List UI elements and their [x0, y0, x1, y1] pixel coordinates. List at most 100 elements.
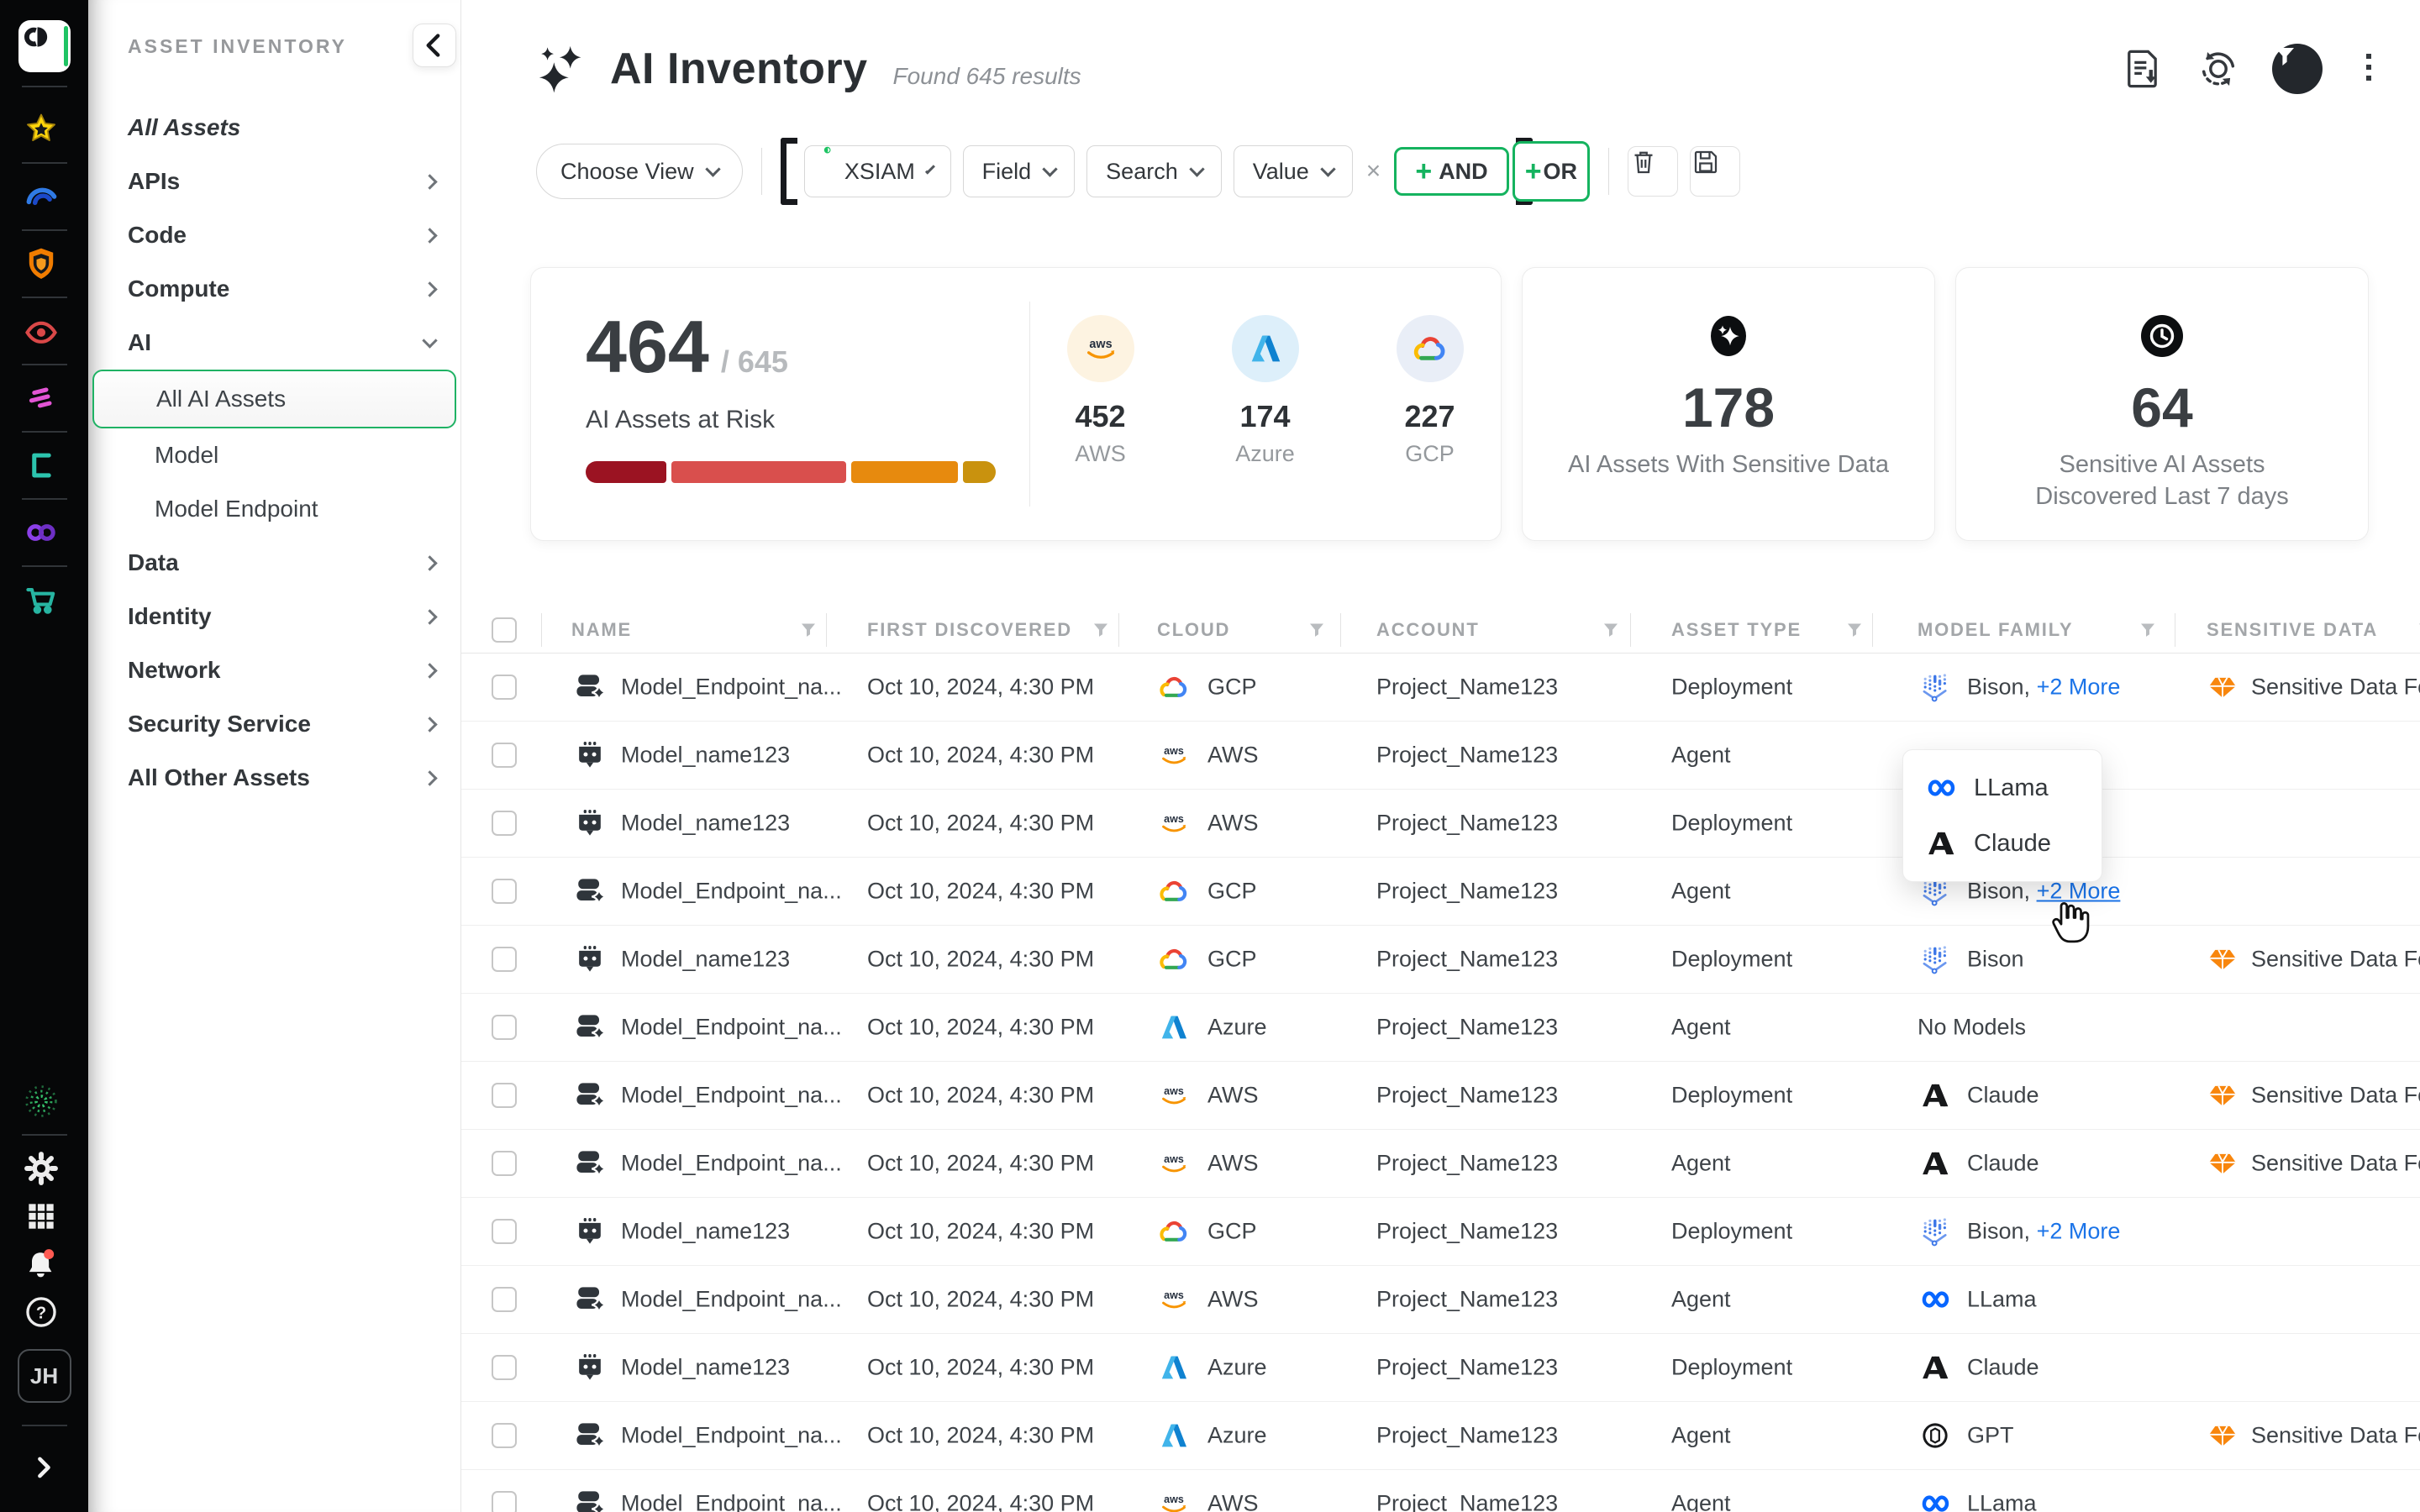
links-icon[interactable] — [22, 513, 60, 552]
star-icon[interactable] — [22, 110, 60, 149]
export-report-button[interactable] — [2121, 47, 2165, 91]
more-options-button[interactable] — [2354, 47, 2383, 91]
sidebar-item-data[interactable]: Data — [88, 536, 460, 590]
search-dropdown[interactable]: Search — [1086, 145, 1222, 197]
column-filter-icon[interactable] — [1845, 621, 1864, 639]
add-and-button[interactable]: +AND — [1394, 147, 1508, 196]
row-checkbox[interactable] — [492, 1491, 517, 1512]
value-dropdown[interactable]: Value — [1234, 145, 1353, 197]
field-dropdown[interactable]: Field — [963, 145, 1076, 197]
column-filter-icon[interactable] — [1092, 621, 1110, 639]
cart-icon[interactable] — [22, 580, 60, 619]
select-all-checkbox[interactable] — [492, 617, 517, 643]
sidebar-item-all-assets[interactable]: All Assets — [88, 101, 460, 155]
asset-name[interactable]: Model_name123 — [621, 947, 790, 973]
delete-query-button[interactable] — [1628, 146, 1678, 197]
asset-name[interactable]: Model_Endpoint_na... — [621, 1083, 842, 1109]
column-header[interactable]: FIRST DISCOVERED — [867, 619, 1072, 641]
bell-icon[interactable] — [22, 1245, 60, 1284]
table-row[interactable]: Model_Endpoint_na...Oct 10, 2024, 4:30 P… — [461, 1266, 2420, 1334]
sidebar-item-security-service[interactable]: Security Service — [88, 697, 460, 751]
row-checkbox[interactable] — [492, 811, 517, 836]
row-checkbox[interactable] — [492, 1423, 517, 1448]
sidebar-item-identity[interactable]: Identity — [88, 590, 460, 643]
column-header[interactable]: SENSITIVE DATA — [2207, 619, 2378, 641]
asset-name[interactable]: Model_name123 — [621, 811, 790, 837]
row-checkbox[interactable] — [492, 947, 517, 972]
table-row[interactable]: Model_name123Oct 10, 2024, 4:30 PMawsAWS… — [461, 722, 2420, 790]
table-row[interactable]: Model_Endpoint_na...Oct 10, 2024, 4:30 P… — [461, 1130, 2420, 1198]
column-filter-icon[interactable] — [1602, 621, 1620, 639]
eye-icon[interactable] — [22, 312, 60, 350]
choose-view-dropdown[interactable]: Choose View — [536, 144, 743, 199]
column-filter-icon[interactable] — [1307, 621, 1326, 639]
sidebar-item-compute[interactable]: Compute — [88, 262, 460, 316]
row-checkbox[interactable] — [492, 1287, 517, 1312]
asset-name[interactable]: Model_Endpoint_na... — [621, 1423, 842, 1449]
sidebar-item-code[interactable]: Code — [88, 208, 460, 262]
row-checkbox[interactable] — [492, 1219, 517, 1244]
filter-button[interactable] — [2272, 44, 2323, 94]
asset-name[interactable]: Model_Endpoint_na... — [621, 879, 842, 905]
shield-icon[interactable] — [22, 244, 60, 283]
table-row[interactable]: Model_name123Oct 10, 2024, 4:30 PMGCPPro… — [461, 926, 2420, 994]
popup-item-claude[interactable]: Claude — [1923, 826, 2102, 861]
layers-icon[interactable] — [22, 379, 60, 417]
code-bracket-icon[interactable] — [22, 446, 60, 485]
column-filter-icon[interactable] — [2139, 621, 2157, 639]
avatar[interactable]: JH — [18, 1349, 71, 1403]
table-row[interactable]: Model_Endpoint_na...Oct 10, 2024, 4:30 P… — [461, 1062, 2420, 1130]
row-checkbox[interactable] — [492, 879, 517, 904]
table-row[interactable]: Model_Endpoint_na...Oct 10, 2024, 4:30 P… — [461, 1470, 2420, 1512]
asset-name[interactable]: Model_Endpoint_na... — [621, 1287, 842, 1313]
table-row[interactable]: Model_name123Oct 10, 2024, 4:30 PMGCPPro… — [461, 1198, 2420, 1266]
asset-name[interactable]: Model_Endpoint_na... — [621, 1491, 842, 1512]
sidebar-item-all-ai-assets[interactable]: All AI Assets — [92, 370, 456, 428]
sidebar-item-model[interactable]: Model — [88, 428, 460, 482]
popup-item-llama[interactable]: LLama — [1923, 770, 2102, 806]
row-checkbox[interactable] — [492, 1151, 517, 1176]
asset-name[interactable]: Model_name123 — [621, 1355, 790, 1381]
remove-condition-button[interactable]: × — [1366, 157, 1381, 186]
table-row[interactable]: Model_name123Oct 10, 2024, 4:30 PMAzureP… — [461, 1334, 2420, 1402]
column-filter-icon[interactable] — [2417, 621, 2420, 639]
row-checkbox[interactable] — [492, 675, 517, 700]
sidebar-item-apis[interactable]: APIs — [88, 155, 460, 208]
row-checkbox[interactable] — [492, 1083, 517, 1108]
sidebar-item-ai[interactable]: AI — [88, 316, 460, 370]
table-row[interactable]: Model_Endpoint_na...Oct 10, 2024, 4:30 P… — [461, 858, 2420, 926]
asset-name[interactable]: Model_Endpoint_na... — [621, 675, 842, 701]
ai-swirl-icon[interactable] — [22, 1082, 60, 1121]
save-query-button[interactable] — [1690, 146, 1740, 197]
more-models-link[interactable]: +2 More — [2037, 1219, 2121, 1244]
refresh-button[interactable] — [2196, 47, 2240, 91]
row-checkbox[interactable] — [492, 743, 517, 768]
column-filter-icon[interactable] — [799, 621, 818, 639]
radar-arc-icon[interactable] — [22, 177, 60, 216]
expand-rail-button[interactable] — [25, 1449, 64, 1488]
row-checkbox[interactable] — [492, 1015, 517, 1040]
table-row[interactable]: Model_name123Oct 10, 2024, 4:30 PMawsAWS… — [461, 790, 2420, 858]
column-header[interactable]: NAME — [571, 619, 632, 641]
cortex-logo-icon[interactable] — [18, 20, 71, 72]
column-header[interactable]: ASSET TYPE — [1671, 619, 1802, 641]
source-dropdown[interactable]: XSIAM — [804, 145, 951, 197]
row-checkbox[interactable] — [492, 1355, 517, 1380]
column-header[interactable]: ACCOUNT — [1376, 619, 1480, 641]
gear-icon[interactable] — [22, 1149, 60, 1188]
grid-icon[interactable] — [22, 1197, 60, 1236]
collapse-sidebar-button[interactable] — [413, 24, 456, 67]
table-row[interactable]: Model_Endpoint_na...Oct 10, 2024, 4:30 P… — [461, 994, 2420, 1062]
add-or-button[interactable]: +OR — [1512, 141, 1590, 202]
asset-name[interactable]: Model_Endpoint_na... — [621, 1015, 842, 1041]
sidebar-item-network[interactable]: Network — [88, 643, 460, 697]
column-header[interactable]: MODEL FAMILY — [1918, 619, 2073, 641]
table-row[interactable]: Model_Endpoint_na...Oct 10, 2024, 4:30 P… — [461, 1402, 2420, 1470]
table-row[interactable]: Model_Endpoint_na...Oct 10, 2024, 4:30 P… — [461, 654, 2420, 722]
asset-name[interactable]: Model_Endpoint_na... — [621, 1151, 842, 1177]
asset-name[interactable]: Model_name123 — [621, 1219, 790, 1245]
sidebar-item-all-other-assets[interactable]: All Other Assets — [88, 751, 460, 805]
column-header[interactable]: CLOUD — [1157, 619, 1230, 641]
help-icon[interactable]: ? — [22, 1293, 60, 1331]
asset-name[interactable]: Model_name123 — [621, 743, 790, 769]
